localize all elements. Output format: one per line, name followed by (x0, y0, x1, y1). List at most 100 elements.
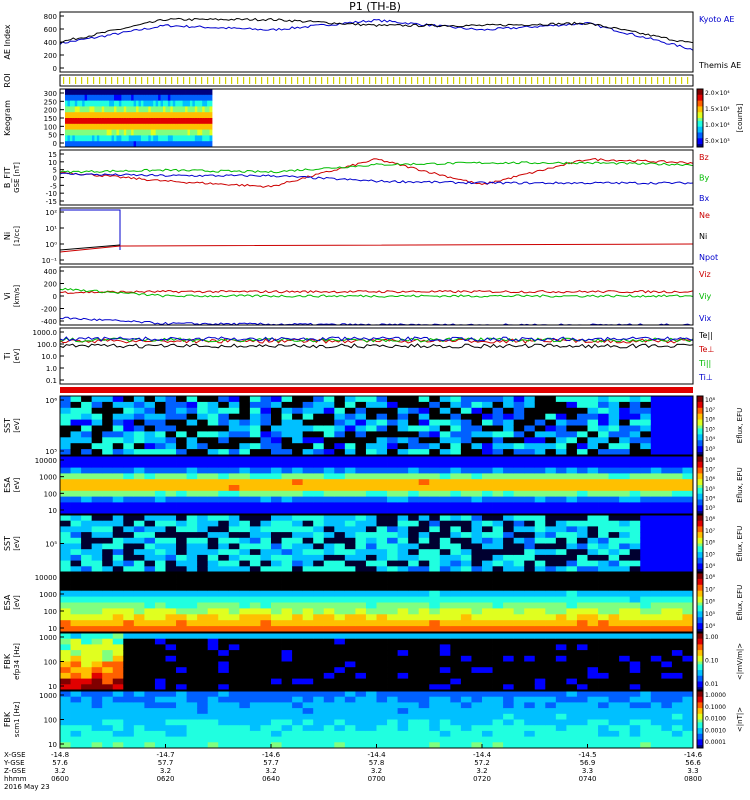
ytick-sst_i: 10⁵ (45, 448, 57, 456)
heatmap-cell-esa_e (587, 584, 599, 592)
heatmap-cell-sst_i (249, 401, 261, 409)
heatmap-cell-sst_i (292, 419, 304, 426)
heatmap-cell-esa_e (640, 614, 652, 621)
colorbar-cell-esa_e (697, 573, 703, 577)
heatmap-cell-fbk_e (112, 638, 124, 645)
heatmap-cell-sst_e (165, 520, 177, 527)
heatmap-cell-fbk_e (418, 638, 430, 645)
heatmap-cell-keogram (116, 129, 120, 136)
heatmap-cell-fbk_b (239, 725, 251, 732)
heatmap-cell-fbk_e (334, 633, 346, 640)
heatmap-cell-sst_i (281, 449, 293, 456)
heatmap-cell-fbk_e (545, 684, 557, 691)
heatmap-cell-sst_i (154, 443, 166, 450)
heatmap-cell-fbk_b (281, 719, 293, 726)
heatmap-cell-fbk_e (545, 638, 557, 645)
heatmap-cell-keogram (158, 141, 161, 148)
heatmap-cell-fbk_b (387, 736, 398, 743)
heatmap-cell-fbk_b (176, 702, 187, 709)
heatmap-cell-keogram (101, 106, 105, 113)
heatmap-cell-keogram (172, 106, 176, 113)
heatmap-cell-esa_e (176, 620, 187, 627)
heatmap-cell-fbk_e (81, 684, 93, 691)
heatmap-cell-esa_e (482, 590, 493, 597)
heatmap-cell-sst_e (334, 537, 346, 544)
heatmap-cell-keogram (150, 123, 154, 130)
heatmap-cell-sst_i (545, 425, 557, 432)
heatmap-cell-sst_e (608, 549, 620, 556)
heatmap-cell-fbk_e (186, 667, 198, 674)
heatmap-cell-fbk_e (176, 638, 187, 645)
footer-date: 2016 May 23 (4, 783, 50, 791)
heatmap-cell-keogram (121, 94, 125, 101)
heatmap-cell-fbk_e (228, 672, 240, 679)
heatmap-cell-esa_i (629, 490, 641, 497)
heatmap-cell-fbk_e (545, 672, 557, 679)
heatmap-cell-sst_e (545, 520, 557, 527)
heatmap-cell-keogram (172, 94, 176, 101)
heatmap-cell-fbk_e (661, 655, 673, 662)
heatmap-cell-keogram (99, 106, 103, 113)
heatmap-cell-esa_e (671, 626, 683, 633)
heatmap-cell-sst_i (70, 401, 82, 409)
heatmap-cell-fbk_e (102, 644, 114, 651)
heatmap-cell-fbk_e (387, 684, 398, 691)
heatmap-cell-fbk_b (112, 702, 124, 709)
heatmap-cell-sst_i (629, 443, 641, 450)
heatmap-cell-sst_i (344, 407, 356, 415)
heatmap-cell-fbk_e (249, 633, 261, 640)
colorbar-cell-sst_e (697, 520, 703, 525)
heatmap-cell-esa_e (70, 578, 82, 586)
heatmap-cell-esa_i (555, 467, 567, 474)
heatmap-cell-keogram (172, 129, 176, 136)
heatmap-cell-sst_e (376, 515, 388, 522)
heatmap-cell-sst_i (576, 396, 588, 403)
heatmap-cell-sst_e (482, 520, 493, 527)
heatmap-cell-sst_e (281, 566, 293, 573)
heatmap-cell-fbk_b (207, 691, 219, 698)
heatmap-cell-sst_i (112, 407, 124, 415)
heatmap-cell-fbk_b (260, 725, 272, 732)
xtick-xgse: -14.4 (473, 751, 492, 759)
heatmap-cell-sst_i (471, 425, 483, 432)
heatmap-cell-esa_i (344, 461, 356, 468)
heatmap-cell-esa_i (545, 496, 557, 503)
heatmap-cell-fbk_b (344, 702, 356, 709)
heatmap-cell-fbk_b (545, 730, 557, 737)
heatmap-cell-keogram (140, 89, 144, 96)
heatmap-cell-sst_e (471, 532, 483, 539)
heatmap-cell-fbk_b (260, 736, 272, 743)
heatmap-cell-sst_i (292, 449, 304, 456)
heatmap-cell-fbk_e (144, 684, 156, 691)
heatmap-cell-esa_e (640, 596, 652, 603)
heatmap-cell-keogram (109, 112, 112, 119)
heatmap-cell-fbk_b (661, 742, 673, 749)
heatmap-cell-fbk_e (197, 633, 209, 640)
heatmap-cell-keogram (180, 89, 183, 96)
heatmap-cell-sst_i (302, 443, 314, 450)
legend-velocity: Viz (699, 270, 711, 279)
heatmap-cell-sst_i (144, 396, 156, 403)
heatmap-cell-fbk_b (102, 713, 114, 720)
heatmap-cell-sst_e (176, 560, 187, 567)
heatmap-cell-esa_e (207, 614, 219, 621)
heatmap-cell-fbk_b (619, 713, 631, 720)
heatmap-cell-keogram (138, 135, 142, 142)
roi-mark (567, 77, 569, 84)
heatmap-cell-sst_e (629, 532, 641, 539)
heatmap-cell-fbk_e (186, 644, 198, 651)
heatmap-cell-fbk_b (418, 691, 430, 698)
heatmap-cell-fbk_e (218, 684, 230, 691)
heatmap-cell-fbk_b (355, 691, 367, 698)
heatmap-cell-keogram (87, 141, 90, 148)
heatmap-cell-sst_i (482, 431, 493, 438)
heatmap-cell-fbk_e (365, 638, 377, 645)
heatmap-cell-fbk_b (302, 691, 314, 698)
heatmap-cell-fbk_b (186, 742, 198, 749)
heatmap-cell-keogram (79, 141, 83, 148)
heatmap-cell-sst_e (133, 560, 145, 567)
heatmap-cell-sst_i (629, 413, 641, 420)
colorbar-cell-fbk_e (697, 672, 703, 677)
heatmap-cell-sst_i (344, 443, 356, 450)
heatmap-cell-keogram (87, 100, 90, 107)
